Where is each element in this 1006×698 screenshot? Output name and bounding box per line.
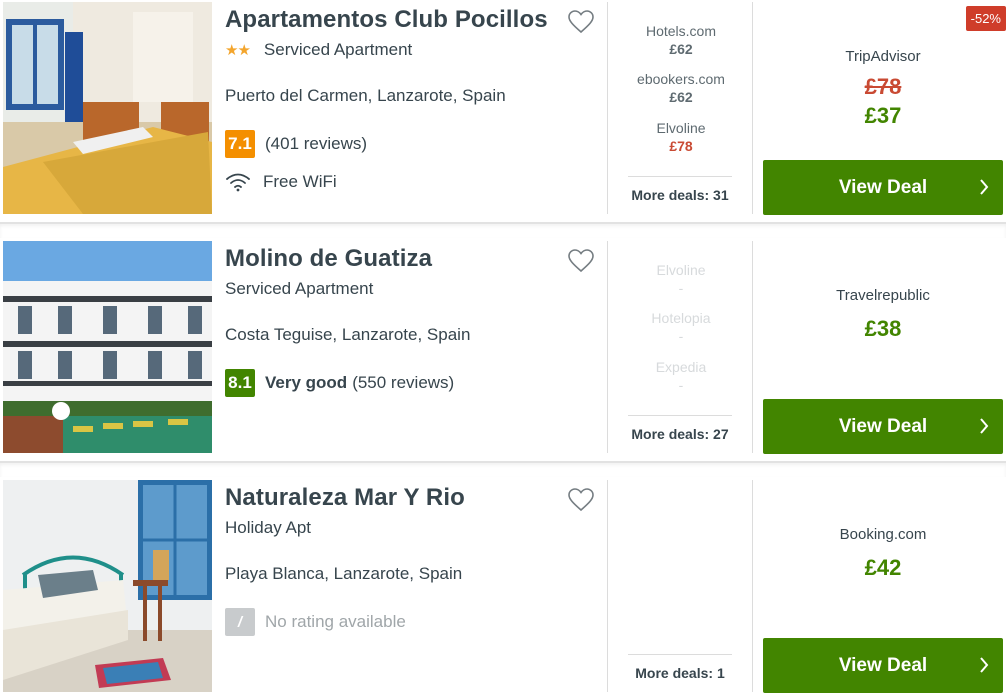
hotel-card: Naturaleza Mar Y Rio Holiday Apt Playa B… [0, 480, 1006, 698]
rating[interactable]: 7.1 (401 reviews) [225, 130, 367, 158]
divider [752, 241, 753, 453]
heart-icon[interactable] [568, 488, 594, 512]
deal-item[interactable]: Hotels.com £62 [620, 22, 742, 58]
deal-site: Hotels.com [645, 23, 717, 39]
wifi-icon [226, 173, 250, 192]
location-text[interactable]: Costa Teguise, Lanzarote, Spain [225, 325, 470, 345]
review-count: (550 reviews) [352, 373, 455, 392]
best-deal: Travelrepublic £38 View Deal [755, 241, 1006, 454]
view-deal-label: View Deal [838, 176, 928, 198]
divider [607, 480, 608, 692]
view-deal-button[interactable]: View Deal [763, 160, 1003, 215]
old-price: £78 [864, 74, 902, 99]
deal-price: £78 [669, 138, 693, 154]
best-provider: Booking.com [839, 526, 927, 543]
heart-icon[interactable] [568, 10, 594, 34]
hotel-card: Molino de Guatiza Serviced Apartment Cos… [0, 241, 1006, 463]
deal-price: - [678, 377, 684, 393]
view-deal-button[interactable]: View Deal [763, 399, 1003, 454]
best-provider: TripAdvisor [845, 48, 921, 65]
hotel-photo[interactable] [3, 480, 212, 692]
best-price: £42 [864, 555, 902, 580]
hotel-name[interactable]: Apartamentos Club Pocillos [225, 6, 555, 34]
hotel-card: Apartamentos Club Pocillos ★★ Serviced A… [0, 2, 1006, 224]
location-text[interactable]: Playa Blanca, Lanzarote, Spain [225, 564, 462, 584]
deal-item[interactable]: Elvoline £78 [620, 119, 742, 155]
chevron-right-icon [980, 657, 989, 673]
card-separator [0, 222, 1006, 238]
deals-list: More deals: 1 [620, 480, 742, 692]
more-deals-link[interactable]: More deals: 1 [628, 654, 732, 681]
deal-price: £62 [669, 89, 693, 105]
heart-icon[interactable] [568, 249, 594, 273]
rating-badge: 7.1 [225, 130, 255, 158]
view-deal-label: View Deal [838, 654, 928, 676]
deal-site: Expedia [655, 359, 707, 375]
type-label: Holiday Apt [225, 518, 311, 537]
hotel-info: Apartamentos Club Pocillos ★★ Serviced A… [225, 2, 605, 214]
accommodation-type: Serviced Apartment [225, 279, 373, 299]
deal-site: ebookers.com [637, 71, 725, 87]
type-label: Serviced Apartment [225, 279, 374, 298]
accommodation-type: Holiday Apt [225, 518, 311, 538]
deal-item[interactable]: ebookers.com £62 [620, 70, 742, 106]
deal-site: Elvoline [656, 262, 706, 278]
rating: / No rating available [225, 608, 406, 636]
divider [752, 480, 753, 692]
divider [607, 241, 608, 453]
hotel-info: Molino de Guatiza Serviced Apartment Cos… [225, 241, 605, 453]
review-count: No rating available [265, 612, 406, 631]
divider [607, 2, 608, 214]
more-deals-link[interactable]: More deals: 27 [628, 415, 732, 442]
deals-list: Hotels.com £62 ebookers.com £62 Elvoline… [620, 2, 742, 214]
location-text[interactable]: Puerto del Carmen, Lanzarote, Spain [225, 86, 506, 106]
type-label: Serviced Apartment [263, 40, 413, 59]
deal-price: - [678, 280, 684, 296]
rating[interactable]: 8.1 Very good (550 reviews) [225, 369, 454, 397]
deal-site: Hotelopia [651, 310, 711, 326]
discount-badge: -52% [965, 6, 1006, 31]
best-deal: -52% TripAdvisor £78 £37 View Deal [755, 2, 1006, 215]
view-deal-label: View Deal [838, 415, 928, 437]
rating-badge: 8.1 [225, 369, 255, 397]
divider [752, 2, 753, 214]
hotel-photo[interactable] [3, 241, 212, 453]
rating-badge: / [225, 608, 255, 636]
hotel-photo[interactable] [3, 2, 212, 214]
best-price: £37 [864, 103, 902, 128]
hotel-name[interactable]: Naturaleza Mar Y Rio [225, 484, 555, 512]
chevron-right-icon [980, 179, 989, 195]
best-deal: Booking.com £42 View Deal [755, 480, 1006, 693]
card-separator [0, 461, 1006, 477]
deal-item: Hotelopia - [620, 309, 742, 345]
view-deal-button[interactable]: View Deal [763, 638, 1003, 693]
accommodation-type: ★★ Serviced Apartment [225, 40, 412, 60]
deal-price: - [678, 328, 684, 344]
star-rating: ★★ [225, 42, 251, 59]
hotel-name[interactable]: Molino de Guatiza [225, 245, 555, 273]
deal-item: Elvoline - [620, 261, 742, 297]
review-count: (401 reviews) [265, 134, 368, 153]
deal-site: Elvoline [656, 120, 706, 136]
deal-item: Expedia - [620, 358, 742, 394]
hotel-info: Naturaleza Mar Y Rio Holiday Apt Playa B… [225, 480, 605, 692]
deal-price: £62 [669, 41, 693, 57]
chevron-right-icon [980, 418, 989, 434]
best-price: £38 [864, 316, 902, 341]
rating-word: Very good [265, 373, 348, 392]
deals-list: Elvoline - Hotelopia - Expedia - More de… [620, 241, 742, 453]
amenity-label: Free WiFi [263, 172, 337, 191]
more-deals-link[interactable]: More deals: 31 [628, 176, 732, 203]
best-provider: Travelrepublic [836, 287, 930, 304]
amenity: Free WiFi [225, 172, 337, 192]
